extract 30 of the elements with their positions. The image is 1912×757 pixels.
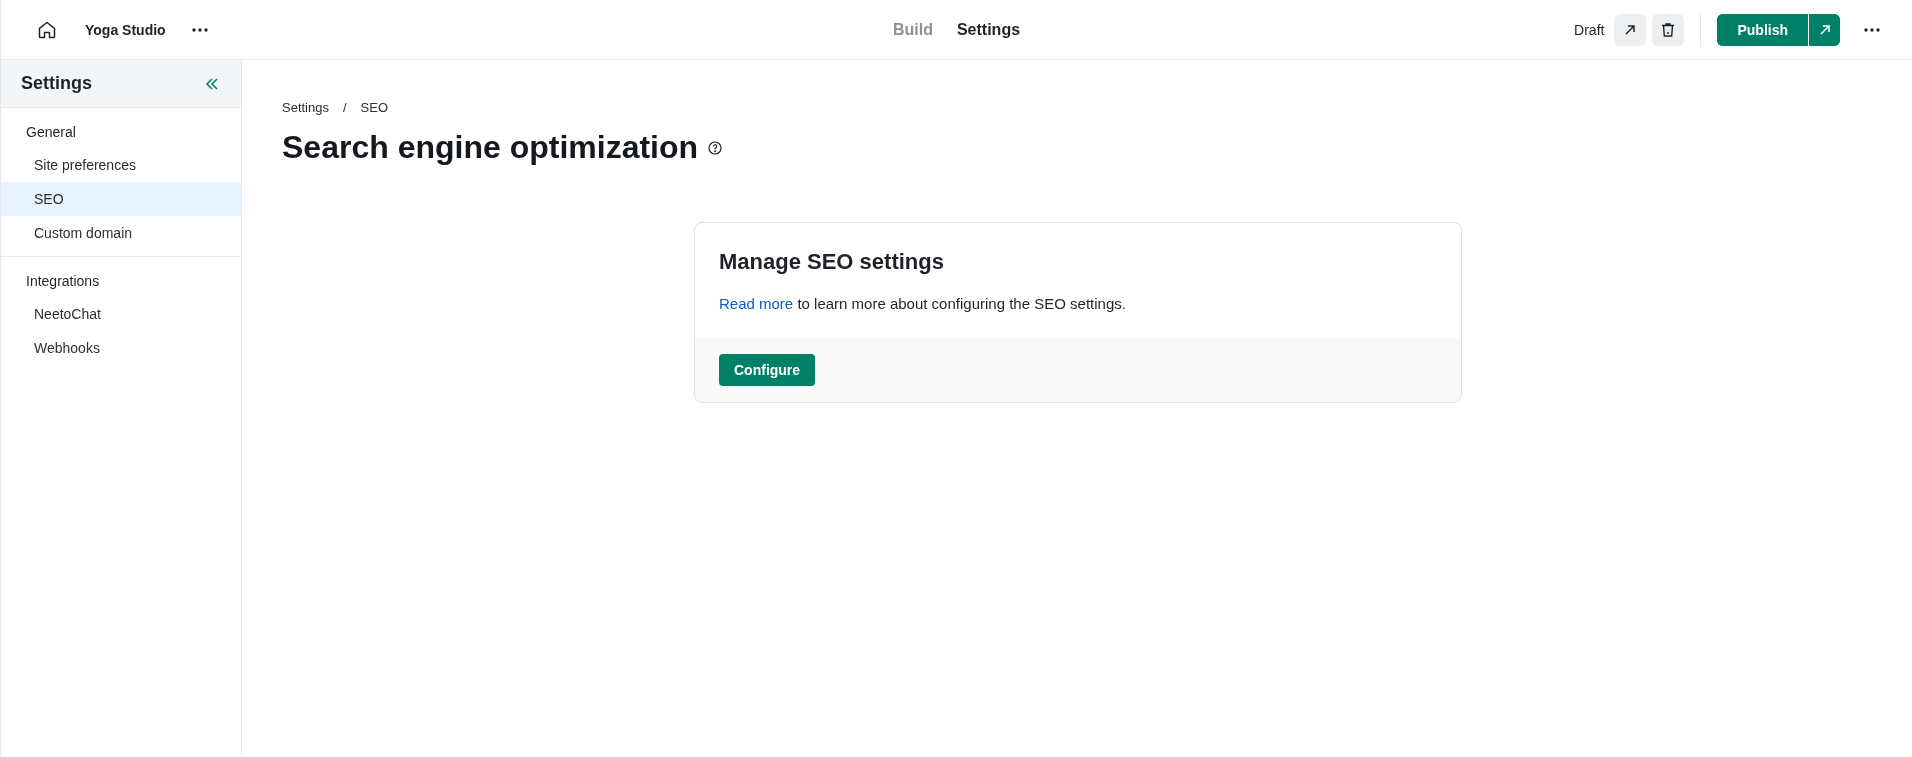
site-name: Yoga Studio xyxy=(85,21,166,38)
more-icon xyxy=(1864,27,1880,32)
breadcrumb-separator: / xyxy=(343,100,347,115)
sidebar-item[interactable]: Custom domain xyxy=(1,216,241,250)
group-label: General xyxy=(25,123,77,142)
help-icon[interactable] xyxy=(708,140,723,155)
card-description: Read more to learn more about configuring the SEO settings. xyxy=(719,295,1127,312)
breadcrumb-link[interactable]: Settings xyxy=(282,100,329,115)
sidebar-item[interactable]: SEO xyxy=(1,182,241,216)
card-title: Manage SEO settings xyxy=(719,249,945,275)
sidebar-item[interactable]: Site preferences xyxy=(1,148,241,182)
preview-button[interactable] xyxy=(1614,13,1647,46)
arrow-up-right-icon xyxy=(1818,23,1831,36)
sidebar-item[interactable]: NeetoChat xyxy=(1,297,241,331)
page-title: Search engine optimization xyxy=(282,129,699,166)
trash-icon xyxy=(1660,21,1677,38)
nav-tab[interactable]: Settings xyxy=(956,16,1021,43)
more-icon xyxy=(191,27,208,32)
home-icon xyxy=(37,19,57,40)
arrow-up-right-icon xyxy=(1624,23,1637,36)
publish-preview-button[interactable] xyxy=(1808,13,1840,46)
sidebar-title: Settings xyxy=(21,73,92,94)
draft-status: Draft xyxy=(1574,21,1605,38)
breadcrumb-link[interactable]: SEO xyxy=(360,100,389,115)
group-label: Integrations xyxy=(25,272,101,291)
delete-button[interactable] xyxy=(1652,13,1685,46)
configure-button[interactable]: Configure xyxy=(719,354,816,386)
collapse-icon[interactable] xyxy=(205,76,219,91)
read-more-link[interactable]: Read more xyxy=(719,295,794,312)
sidebar-item[interactable]: Webhooks xyxy=(1,331,241,365)
